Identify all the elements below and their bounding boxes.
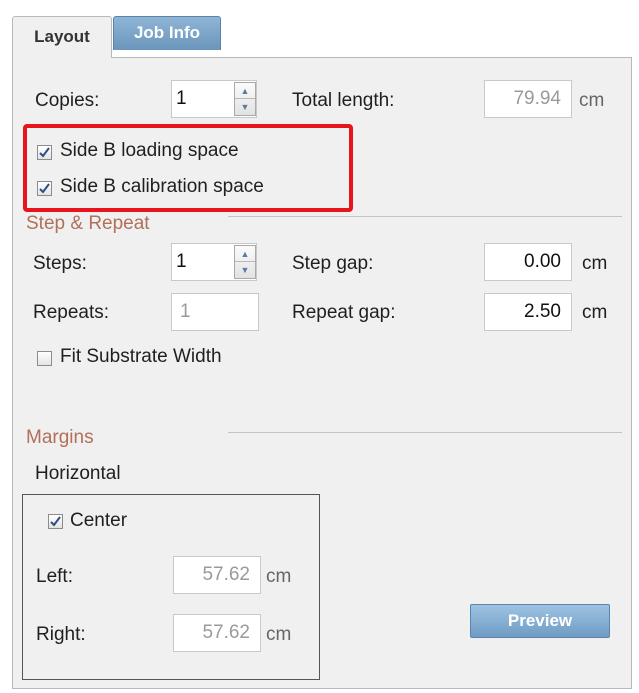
center-checkbox[interactable] [48,514,63,529]
spinner-down-icon[interactable]: ▼ [235,262,255,278]
spinner-up-icon[interactable]: ▲ [235,246,255,262]
right-margin-unit: cm [266,624,292,645]
total-length-field: 79.94 [484,80,572,118]
repeat-gap-label: Repeat gap: [292,302,396,323]
step-gap-unit: cm [582,253,608,274]
copies-label: Copies: [35,90,100,111]
total-length-unit: cm [579,90,605,111]
left-margin-label: Left: [36,566,73,587]
highlight-box [23,124,353,212]
step-repeat-title: Step & Repeat [26,213,150,234]
repeat-gap-unit: cm [582,302,608,323]
checkmark-icon [50,516,61,527]
step-gap-label: Step gap: [292,253,374,274]
fit-substrate-checkbox[interactable] [37,351,52,366]
margins-divider [228,432,622,433]
step-gap-input[interactable]: 0.00 [484,243,572,281]
preview-button[interactable]: Preview [470,604,610,638]
repeats-label: Repeats: [33,302,110,323]
left-margin-unit: cm [266,566,292,587]
left-margin-field: 57.62 [173,556,261,594]
repeat-gap-input[interactable]: 2.50 [484,293,572,331]
steps-label: Steps: [33,253,87,274]
margins-title: Margins [26,427,94,448]
horizontal-title: Horizontal [35,463,121,484]
spinner-up-icon[interactable]: ▲ [235,83,255,99]
fit-substrate-label[interactable]: Fit Substrate Width [60,346,222,368]
center-label[interactable]: Center [70,510,127,532]
right-margin-label: Right: [36,624,86,645]
tab-job-info[interactable]: Job Info [113,16,221,50]
right-margin-field: 57.62 [173,614,261,652]
steps-stepper[interactable]: ▲ ▼ [234,245,256,279]
spinner-down-icon[interactable]: ▼ [235,99,255,115]
copies-stepper[interactable]: ▲ ▼ [234,82,256,116]
tab-layout[interactable]: Layout [12,16,112,58]
repeats-input: 1 [171,293,259,331]
step-repeat-divider [228,216,622,217]
total-length-label: Total length: [292,90,395,111]
